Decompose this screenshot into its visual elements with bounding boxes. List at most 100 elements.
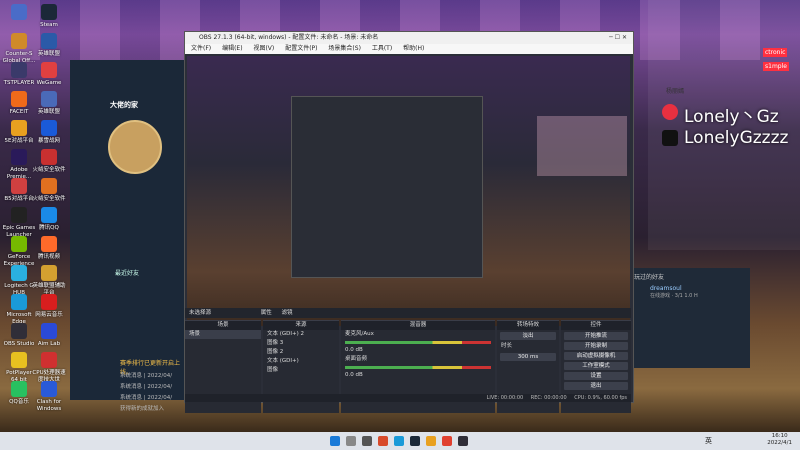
desktop-icon[interactable]: Microsoft Edge: [2, 294, 36, 325]
app-icon: [41, 33, 57, 49]
filters-button[interactable]: 滤镜: [282, 310, 293, 316]
desktop-icon[interactable]: PotPlayer 64 bit: [2, 352, 36, 383]
rec-status: REC: 00:00:00: [530, 395, 567, 401]
desktop-icon[interactable]: Steam: [32, 4, 66, 29]
source-item[interactable]: 图像: [263, 366, 339, 375]
duration-input[interactable]: 300 ms: [500, 353, 556, 361]
obs-titlebar[interactable]: OBS 27.1.3 (64-bit, windows) - 配置文件: 未命名…: [185, 32, 633, 44]
steam-logo: 大佬的家: [110, 101, 138, 109]
windows-start-icon[interactable]: [330, 436, 340, 446]
desktop-icon[interactable]: B5对战平台: [2, 178, 36, 203]
app-icon: [41, 120, 57, 136]
chrome-icon[interactable]: [378, 436, 388, 446]
steam-icon[interactable]: [410, 436, 420, 446]
desktop-icon[interactable]: Logitech G HUB: [2, 265, 36, 296]
banner-tag: ctronic: [763, 48, 788, 57]
nested-preview: [291, 96, 483, 278]
desktop-icon[interactable]: GeForce Experience: [2, 236, 36, 267]
desktop-icon[interactable]: 英雄联盟辅助平台: [32, 265, 66, 296]
desktop-icon[interactable]: TSTPLAYER: [2, 62, 36, 87]
search-icon[interactable]: [346, 436, 356, 446]
list-item[interactable]: 系统消息 | 2022/04/: [120, 371, 172, 379]
studio-mode-button[interactable]: 工作室模式: [564, 362, 628, 370]
desktop-icon[interactable]: 暴雪战网: [32, 120, 66, 145]
exit-button[interactable]: 退出: [564, 382, 628, 390]
desktop-icon[interactable]: FACEIT: [2, 91, 36, 116]
desktop-icon[interactable]: 网易云音乐: [32, 294, 66, 319]
app-icon: [11, 265, 27, 281]
desktop-icon[interactable]: Adobe Premie...: [2, 149, 36, 180]
settings-button[interactable]: 设置: [564, 372, 628, 380]
window-title: OBS 27.1.3 (64-bit, windows) - 配置文件: 未命名…: [199, 34, 379, 41]
desktop-icon-label: B5对战平台: [4, 196, 34, 202]
app-icon: [11, 62, 27, 78]
scene-item[interactable]: 场景: [185, 330, 261, 339]
desktop-icon-label: 网易云音乐: [35, 312, 63, 318]
duration-label: 时长: [501, 343, 513, 349]
friends-panel[interactable]: 玩过的好友 dreamsoul 在线游戏 · 3/1 1.0 H: [630, 268, 750, 368]
tiktok-overlay: Lonely丶Gz LonelyGzzzz: [662, 100, 798, 160]
files-icon[interactable]: [426, 436, 436, 446]
desktop-icon[interactable]: CPU处理器速度技大世: [32, 352, 66, 383]
desktop-icon[interactable]: QQ音乐: [2, 381, 36, 406]
mixer-track-name: 麦克风/Aux: [345, 331, 374, 337]
start-recording-button[interactable]: 开始录制: [564, 342, 628, 350]
menu-file[interactable]: 文件(F): [191, 45, 211, 52]
source-item[interactable]: 图像 3: [263, 339, 339, 348]
steam-window[interactable]: 大佬的家 最近好友 赛季排行已更新开启上线。 系统消息 | 2022/04/ 系…: [70, 60, 185, 412]
source-item[interactable]: 文本 (GDI+) 2: [263, 330, 339, 339]
desktop-icon[interactable]: 腾讯视频: [32, 236, 66, 261]
desktop-icon-label: FACEIT: [9, 109, 29, 115]
app-icon: [41, 4, 57, 20]
properties-button[interactable]: 属性: [261, 310, 272, 316]
desktop-icon[interactable]: OBS Studio: [2, 323, 36, 348]
desktop-icon[interactable]: 英雄联盟: [32, 91, 66, 116]
list-item[interactable]: 获得新的成就加入: [120, 404, 164, 412]
menu-help[interactable]: 帮助(H): [403, 45, 424, 52]
virtual-camera-button[interactable]: 启动虚拟摄像机: [564, 352, 628, 360]
app-icon: [41, 149, 57, 165]
start-streaming-button[interactable]: 开始推流: [564, 332, 628, 340]
desktop-icon[interactable]: 5E对战平台: [2, 120, 36, 145]
list-item[interactable]: 系统消息 | 2022/04/: [120, 382, 172, 390]
desktop-icon[interactable]: 火绒安全软件: [32, 149, 66, 174]
banner-tag: s1mple: [763, 62, 789, 71]
desktop-icon-label: 腾讯视频: [37, 254, 60, 260]
input-language[interactable]: 英: [705, 436, 712, 446]
desktop-icon[interactable]: 火绒安全软件: [32, 178, 66, 203]
app-icon: [41, 178, 57, 194]
app-icon[interactable]: [442, 436, 452, 446]
obs-window[interactable]: OBS 27.1.3 (64-bit, windows) - 配置文件: 未命名…: [184, 31, 634, 413]
menu-edit[interactable]: 编辑(E): [222, 45, 242, 52]
desktop-icon[interactable]: WeGame: [32, 62, 66, 87]
menu-tools[interactable]: 工具(T): [372, 45, 392, 52]
menu-profile[interactable]: 配置文件(P): [285, 45, 317, 52]
transition-select[interactable]: 淡出: [500, 332, 556, 340]
desktop-icon[interactable]: Counter-S Global Off...: [2, 33, 36, 64]
desktop-icon-label: Aim Lab: [37, 341, 61, 347]
mixer-track-level: 0.0 dB: [345, 347, 363, 353]
friend-name[interactable]: dreamsoul: [630, 285, 750, 292]
app-icon: [11, 236, 27, 252]
source-item[interactable]: 文本 (GDI+): [263, 357, 339, 366]
desktop-icon-label: QQ音乐: [9, 399, 29, 405]
taskview-icon[interactable]: [362, 436, 372, 446]
mixer-track-level: 0.0 dB: [345, 372, 363, 378]
clock[interactable]: 16:10 2022/4/1: [767, 433, 792, 447]
desktop-icon[interactable]: Epic Games Launcher: [2, 207, 36, 238]
window-controls[interactable]: ─ ☐ ✕: [609, 32, 627, 44]
source-item[interactable]: 图像 2: [263, 348, 339, 357]
menu-scene-collection[interactable]: 场景集合(S): [328, 45, 361, 52]
app-icon: [41, 294, 57, 310]
desktop-icon[interactable]: Clash for Windows: [32, 381, 66, 412]
desktop-icon[interactable]: Aim Lab: [32, 323, 66, 348]
desktop-icon[interactable]: [2, 4, 36, 22]
preview-canvas[interactable]: [187, 56, 630, 326]
list-item[interactable]: 系统消息 | 2022/04/: [120, 393, 172, 401]
desktop-icon[interactable]: 英雄联盟: [32, 33, 66, 58]
desktop-icon-label: 英雄联盟: [37, 51, 60, 57]
menu-view[interactable]: 视图(V): [253, 45, 274, 52]
edge-icon[interactable]: [394, 436, 404, 446]
desktop-icon[interactable]: 腾讯QQ: [32, 207, 66, 232]
obs-icon[interactable]: [458, 436, 468, 446]
